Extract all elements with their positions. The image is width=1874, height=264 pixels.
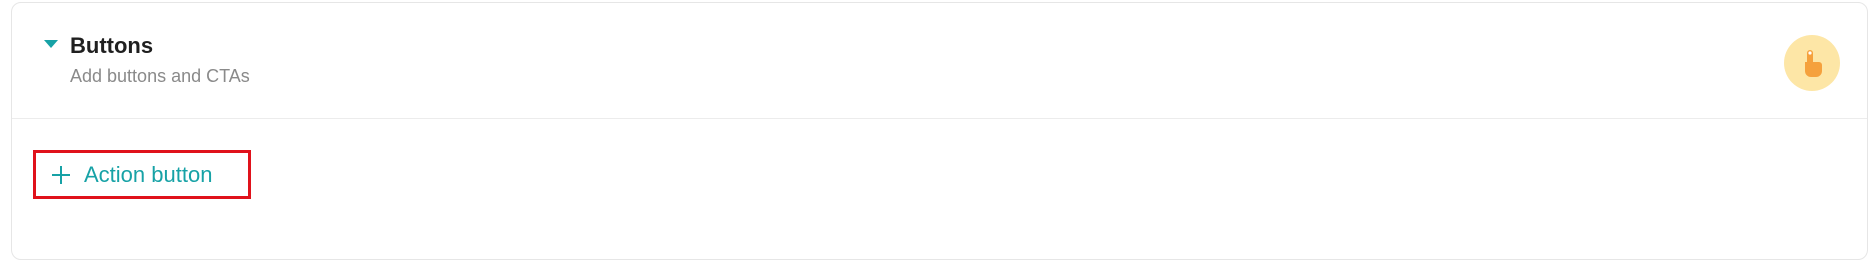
hand-pointer-icon bbox=[1784, 35, 1840, 91]
add-action-button-label: Action button bbox=[84, 161, 213, 187]
section-title: Buttons bbox=[70, 33, 154, 58]
section-header[interactable]: Buttons Add buttons and CTAs bbox=[12, 3, 1867, 119]
add-action-button[interactable]: Action button bbox=[33, 150, 251, 199]
plus-icon bbox=[50, 164, 72, 186]
section-body: Action button bbox=[12, 119, 1867, 259]
caret-down-icon[interactable] bbox=[44, 40, 58, 48]
section-subtitle: Add buttons and CTAs bbox=[70, 66, 250, 86]
buttons-section-card: Buttons Add buttons and CTAs Action butt… bbox=[11, 2, 1868, 260]
